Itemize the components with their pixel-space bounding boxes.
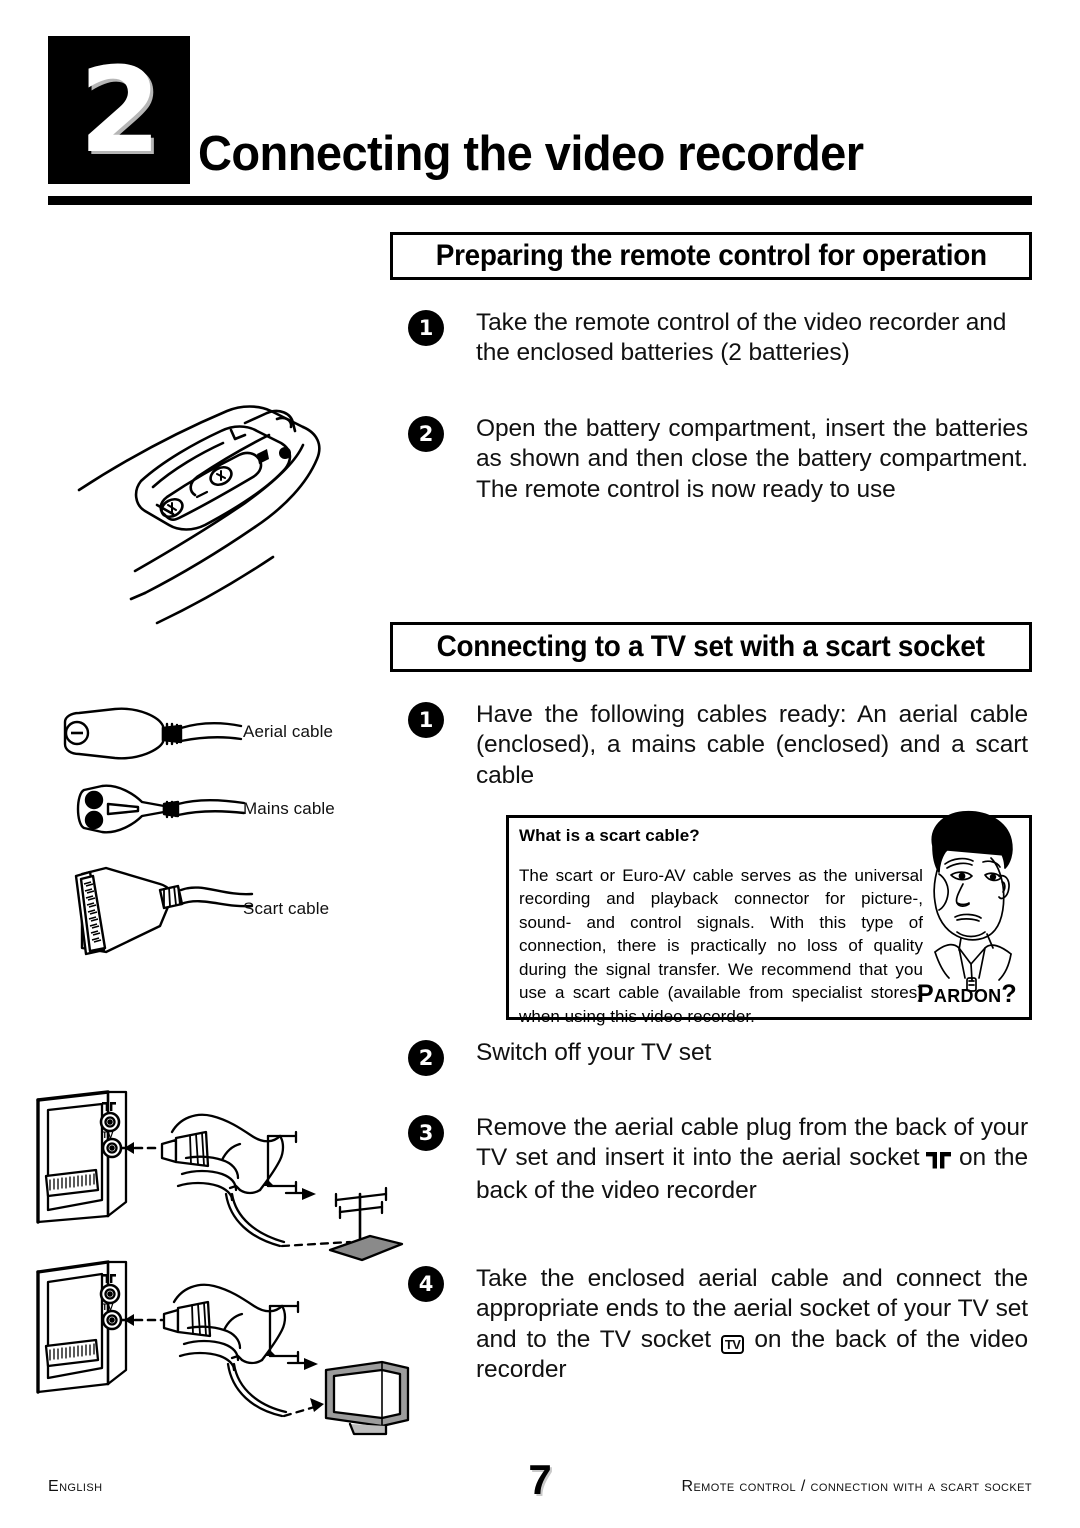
step-scart-2: 2 Switch off your TV set	[408, 1038, 1028, 1076]
step-remote-1: 1 Take the remote control of the video r…	[408, 308, 1028, 369]
aerial-socket-icon	[920, 1145, 959, 1175]
cable-label-aerial: Aerial cable	[243, 722, 334, 741]
step-text: Have the following cables ready: An aeri…	[476, 701, 1028, 789]
step-text: Remove the aerial cable plug from the ba…	[476, 1113, 1028, 1206]
remote-control-illustration	[77, 405, 321, 625]
document-page: 2 Connecting the video recorder Preparin…	[0, 0, 1080, 1528]
mains-cable-illustration	[76, 784, 246, 834]
step-text: Switch off your TV set	[476, 1039, 712, 1066]
page-title: Connecting the video recorder	[198, 127, 864, 181]
cable-label-scart: Scart cable	[243, 899, 330, 918]
mascot-caption: Pardon?	[916, 980, 1017, 1008]
step-number: 2	[408, 416, 444, 452]
step-scart-4: 4 Take the enclosed aerial cable and con…	[408, 1264, 1028, 1386]
tv-socket-icon: TV	[720, 1334, 745, 1354]
section-title-scart-socket: Connecting to a TV set with a scart sock…	[437, 630, 985, 663]
svg-text:TV: TV	[102, 1302, 114, 1312]
tv-connection-diagram-tv-socket: TV	[36, 1260, 410, 1436]
chapter-number: 2	[78, 41, 161, 179]
step-number: 1	[408, 702, 444, 738]
step-text: Open the battery compartment, insert the…	[476, 415, 1028, 503]
step-number: 3	[408, 1115, 444, 1151]
step-text: Take the remote control of the video rec…	[476, 309, 1007, 367]
info-box-body: The scart or Euro-AV cable serves as the…	[519, 866, 923, 1026]
tv-connection-diagram-aerial: TV	[36, 1090, 404, 1262]
mascot-illustration	[931, 810, 1013, 992]
step-number: 1	[408, 310, 444, 346]
section-title-remote-control: Preparing the remote control for operati…	[435, 239, 987, 272]
aerial-cable-illustration	[63, 707, 243, 760]
step-text: Take the enclosed aerial cable and conne…	[476, 1264, 1028, 1386]
step-scart-1: 1 Have the following cables ready: An ae…	[408, 700, 1028, 791]
section-header-scart-socket: Connecting to a TV set with a scart sock…	[390, 622, 1032, 672]
section-header-remote-control: Preparing the remote control for operati…	[390, 232, 1032, 280]
header-divider	[48, 196, 1032, 205]
svg-text:TV: TV	[102, 1130, 114, 1140]
step-number: 2	[408, 1040, 444, 1076]
info-box-scart-cable: What is a scart cable? The scart or Euro…	[506, 810, 1032, 1026]
step-remote-2: 2 Open the battery compartment, insert t…	[408, 414, 1028, 505]
cable-label-mains: Mains cable	[243, 799, 335, 818]
scart-cable-illustration	[74, 866, 254, 956]
step-scart-3: 3 Remove the aerial cable plug from the …	[408, 1113, 1028, 1206]
info-box-content: What is a scart cable? The scart or Euro…	[519, 826, 923, 1028]
info-box-title: What is a scart cable?	[519, 826, 700, 845]
footer-reference: Remote control / connection with a scart…	[681, 1478, 1032, 1495]
chapter-number-badge: 2	[48, 36, 190, 184]
